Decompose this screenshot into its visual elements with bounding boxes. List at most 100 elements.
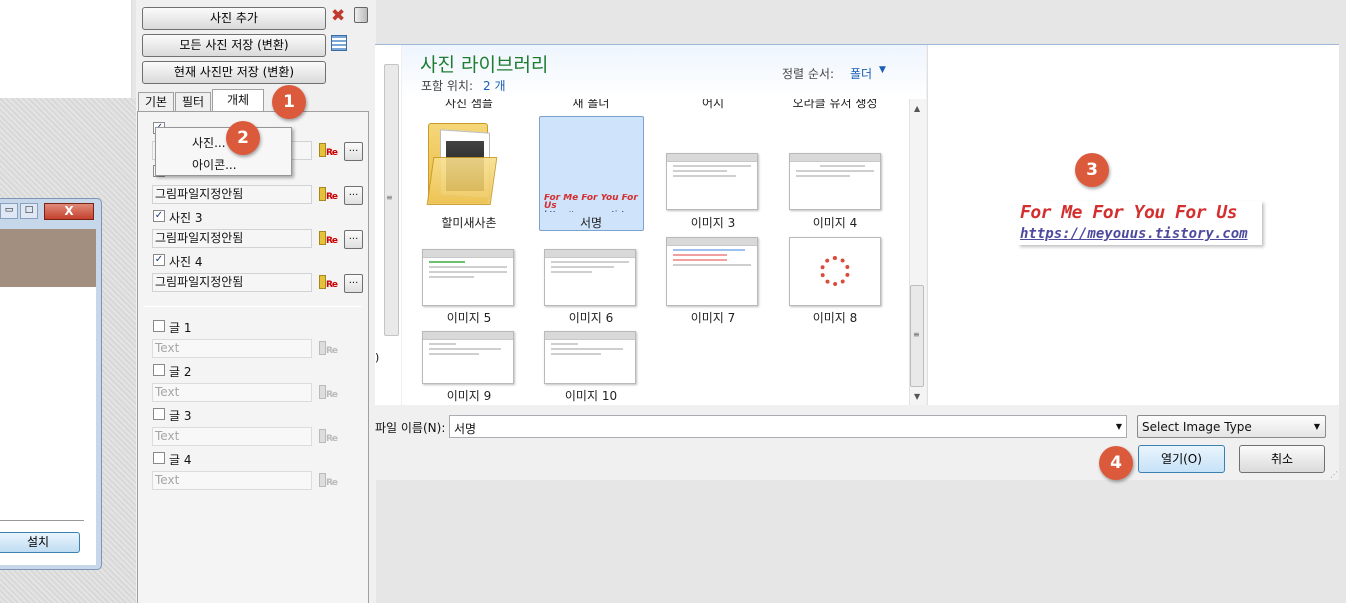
text3-field[interactable]: Text [152, 427, 312, 446]
nav-grip-icon: ≡ [386, 193, 393, 202]
photo3-field[interactable]: 그림파일지정안됨 [152, 229, 312, 248]
photo1-browse-button[interactable]: ... [344, 142, 363, 161]
top-label-samples[interactable]: 사진 샘플 [414, 99, 524, 111]
text2-picker-icon[interactable]: Re [319, 384, 338, 402]
tab-filter[interactable]: 필터 [175, 92, 211, 111]
filename-label: 파일 이름(N): [375, 421, 446, 435]
photo3-checkbox[interactable]: ✓ [153, 210, 165, 222]
text3-label: 글 3 [169, 409, 192, 423]
scroll-up-arrow-icon[interactable]: ▲ [914, 104, 920, 113]
file-type-select[interactable]: Select Image Type ▼ [1137, 415, 1326, 438]
file-type-chevron-down-icon[interactable]: ▼ [1314, 422, 1320, 431]
preview-line2: https://meyouus.tistory.com [1020, 226, 1248, 242]
image-thumb[interactable] [422, 249, 514, 306]
text4-field[interactable]: Text [152, 471, 312, 490]
item-caption[interactable]: 서명 [536, 214, 646, 231]
photo4-field[interactable]: 그림파일지정안됨 [152, 273, 312, 292]
installer-content: 설치 [0, 229, 96, 565]
signature-thumb[interactable]: For Me For You For Us https://meyouus.ti… [544, 194, 640, 212]
text1-picker-icon[interactable]: Re [319, 340, 338, 358]
text1-field[interactable]: Text [152, 339, 312, 358]
tab-object[interactable]: 개체 [212, 89, 264, 111]
installer-banner [0, 229, 96, 287]
photo4-picker-icon[interactable]: Re [319, 274, 338, 292]
item-caption[interactable]: 이미지 10 [536, 387, 646, 404]
text3-checkbox[interactable] [153, 408, 165, 420]
includes-link[interactable]: 2 개 [483, 77, 506, 94]
trash-icon[interactable] [354, 7, 368, 23]
image-thumb[interactable] [544, 331, 636, 384]
text2-checkbox[interactable] [153, 364, 165, 376]
scroll-down-arrow-icon[interactable]: ▼ [914, 392, 920, 401]
item-caption[interactable]: 이미지 4 [780, 214, 890, 231]
list-icon[interactable] [331, 35, 347, 51]
image-thumb[interactable] [544, 249, 636, 306]
text4-picker-icon[interactable]: Re [319, 472, 338, 490]
photo4-checkbox[interactable]: ✓ [153, 254, 165, 266]
tab-basic[interactable]: 기본 [138, 92, 174, 111]
item-caption[interactable]: 이미지 5 [414, 309, 524, 326]
photo2-picker-icon[interactable]: Re [319, 186, 338, 204]
chrome-circle [820, 256, 850, 286]
preview-signature: For Me For You For Us https://meyouus.ti… [1018, 201, 1262, 245]
installer-window: ▭ □ X 설치 [0, 198, 102, 570]
step-badge-2: 2 [226, 121, 260, 155]
top-label-oracle[interactable]: 오라클 유저 생성 [780, 99, 890, 111]
image-thumb[interactable] [666, 153, 758, 210]
minimize-icon[interactable]: ▭ [0, 203, 18, 219]
image-thumb[interactable] [666, 237, 758, 306]
filename-dropdown-icon[interactable]: ▼ [1116, 422, 1122, 431]
photo3-browse-button[interactable]: ... [344, 230, 363, 249]
sort-chevron-down-icon[interactable]: ▼ [879, 65, 886, 75]
grid-grip-icon: ≡ [913, 330, 920, 339]
photo1-picker-icon[interactable]: Re [319, 142, 338, 160]
open-button[interactable]: 열기(O) [1138, 445, 1225, 473]
signature-thumb-line2: https://meyouus.tistory.com [544, 210, 640, 212]
photo4-browse-button[interactable]: ... [344, 274, 363, 293]
top-label-newfolder[interactable]: 새 폴더 [536, 99, 646, 111]
folder-icon[interactable] [426, 117, 498, 209]
text3-picker-icon[interactable]: Re [319, 428, 338, 446]
save-current-button[interactable]: 현재 사진만 저장 (변환) [142, 61, 326, 84]
section-divider [143, 306, 362, 307]
delete-x-icon[interactable]: ✖ [331, 6, 345, 26]
filename-input[interactable]: 서명 ▼ [449, 415, 1127, 438]
cancel-button[interactable]: 취소 [1239, 445, 1325, 473]
step-badge-4: 4 [1099, 446, 1133, 480]
photo2-browse-button[interactable]: ... [344, 186, 363, 205]
photo2-field[interactable]: 그림파일지정안됨 [152, 185, 312, 204]
menu-item-icon[interactable]: 아이콘... [192, 156, 237, 173]
sort-label: 정렬 순서: [782, 67, 835, 81]
text4-label: 글 4 [169, 453, 192, 467]
nav-partial-paren: ) [375, 351, 380, 364]
file-grid: 사진 샘플 새 폴더 어지 오라클 유저 생성 할미새사촌 For Me For… [402, 99, 909, 405]
photo4-label: 사진 4 [169, 255, 203, 269]
photo3-label: 사진 3 [169, 211, 203, 225]
item-caption[interactable]: 이미지 8 [780, 309, 890, 326]
filename-value: 서명 [454, 422, 477, 436]
resize-grip-icon[interactable]: ⋰ [1330, 470, 1338, 479]
text2-field[interactable]: Text [152, 383, 312, 402]
image-thumb[interactable] [789, 237, 881, 306]
photo3-picker-icon[interactable]: Re [319, 230, 338, 248]
top-label-3[interactable]: 어지 [658, 99, 768, 111]
step-badge-3: 3 [1075, 153, 1109, 187]
image-thumb[interactable] [789, 153, 881, 210]
item-caption[interactable]: 이미지 6 [536, 309, 646, 326]
text1-checkbox[interactable] [153, 320, 165, 332]
image-thumb[interactable] [422, 331, 514, 384]
maximize-icon[interactable]: □ [20, 203, 38, 219]
item-caption[interactable]: 이미지 9 [414, 387, 524, 404]
item-caption[interactable]: 이미지 3 [658, 214, 768, 231]
text1-label: 글 1 [169, 321, 192, 335]
install-button[interactable]: 설치 [0, 532, 80, 553]
text4-checkbox[interactable] [153, 452, 165, 464]
menu-item-photo[interactable]: 사진... [192, 134, 226, 151]
item-caption[interactable]: 할미새사촌 [414, 214, 524, 231]
installer-divider [0, 520, 84, 521]
add-photo-button[interactable]: 사진 추가 [142, 7, 326, 30]
save-all-button[interactable]: 모든 사진 저장 (변환) [142, 34, 326, 57]
item-caption[interactable]: 이미지 7 [658, 309, 768, 326]
close-icon[interactable]: X [44, 203, 94, 220]
sort-dropdown[interactable]: 폴더 [850, 65, 872, 82]
